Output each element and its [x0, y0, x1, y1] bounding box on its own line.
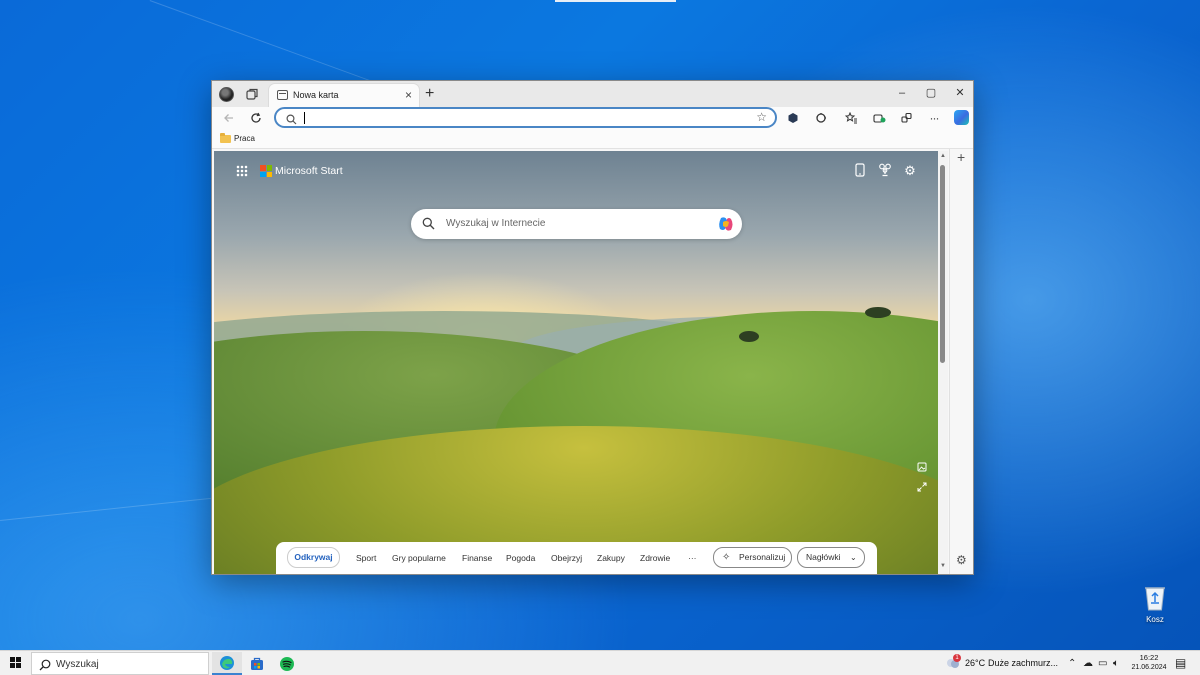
- search-placeholder: Wyszukaj w Internecie: [446, 218, 546, 229]
- extension-icon[interactable]: [785, 110, 801, 126]
- scroll-thumb[interactable]: [940, 165, 945, 363]
- nav-tab-obejrzyj[interactable]: Obejrzyj: [551, 553, 582, 563]
- web-search-box[interactable]: Wyszukaj w Internecie: [411, 209, 742, 239]
- notifications-icon[interactable]: ▤: [1175, 656, 1186, 670]
- feed-navigation: Odkrywaj Sport Gry popularne Finanse Pog…: [276, 542, 877, 574]
- new-tab-button[interactable]: +: [425, 84, 434, 104]
- apps-grid-icon[interactable]: [236, 165, 248, 177]
- minimize-button[interactable]: –: [888, 85, 916, 101]
- tab-close-icon[interactable]: ×: [405, 88, 412, 102]
- nav-tab-finanse[interactable]: Finanse: [462, 553, 492, 563]
- personalize-button[interactable]: ✧ Personalizuj: [713, 547, 792, 568]
- favorites-bar: Praca: [212, 129, 973, 149]
- image-info-icon[interactable]: [917, 462, 927, 472]
- taskbar-search[interactable]: Wyszukaj: [31, 652, 209, 675]
- taskbar: Wyszukaj 1 26°C Duże zachmurz... ⌃ ☁ ▭ 🔈…: [0, 650, 1200, 675]
- browser-essentials-icon[interactable]: [813, 110, 829, 126]
- nav-tab-discover[interactable]: Odkrywaj: [287, 547, 340, 568]
- taskbar-search-label: Wyszukaj: [56, 659, 99, 670]
- collections-icon[interactable]: [871, 110, 887, 126]
- back-icon[interactable]: [221, 110, 237, 126]
- brand-title[interactable]: Microsoft Start: [275, 165, 343, 177]
- clock-time[interactable]: 16:22: [1133, 653, 1165, 662]
- scroll-down-icon[interactable]: ▼: [940, 563, 946, 569]
- text-cursor: [304, 112, 305, 124]
- volume-icon[interactable]: 🔈︎: [1113, 658, 1119, 669]
- taskbar-edge-icon[interactable]: [212, 652, 242, 675]
- search-icon: [286, 112, 297, 130]
- network-icon[interactable]: ▭: [1098, 658, 1107, 669]
- sidebar-settings-icon[interactable]: ⚙: [956, 553, 967, 567]
- more-icon[interactable]: ···: [926, 110, 942, 126]
- background-tree: [865, 307, 891, 318]
- personalize-sparkle-icon: ✧: [722, 552, 731, 563]
- weather-temperature[interactable]: 26°C: [965, 658, 985, 668]
- microsoft-logo-icon: [260, 165, 272, 177]
- new-tab-favicon-icon: [277, 90, 288, 100]
- tab-title: Nowa karta: [293, 90, 339, 100]
- taskbar-spotify-icon[interactable]: [272, 652, 302, 675]
- refresh-icon[interactable]: [248, 110, 264, 126]
- recycle-bin-icon[interactable]: [1142, 584, 1168, 612]
- copilot-icon[interactable]: [717, 215, 735, 233]
- favorite-star-icon[interactable]: ☆: [756, 110, 767, 124]
- weather-alert-badge: 1: [953, 654, 961, 662]
- nav-tab-zakupy[interactable]: Zakupy: [597, 553, 625, 563]
- browser-window: Nowa karta × + – ▢ ✕ ☆ ··· Praca Microso…: [211, 80, 974, 575]
- chevron-down-icon: ⌄: [850, 553, 857, 562]
- browser-toolbar: ☆ ···: [212, 107, 973, 129]
- desktop-window-sliver: [555, 0, 676, 2]
- favorite-folder-praca[interactable]: Praca: [234, 134, 255, 143]
- close-window-button[interactable]: ✕: [946, 85, 973, 101]
- headlines-label: Nagłówki: [806, 552, 841, 562]
- address-bar[interactable]: ☆: [274, 107, 777, 128]
- start-button[interactable]: [10, 657, 22, 669]
- page-scrollbar[interactable]: ▲ ▼: [938, 151, 948, 574]
- chevron-up-icon[interactable]: ⌃: [1068, 658, 1076, 669]
- nav-tab-zdrowie[interactable]: Zdrowie: [640, 553, 670, 563]
- folder-icon: [220, 133, 231, 143]
- tab-strip: Nowa karta × + – ▢ ✕: [212, 81, 973, 107]
- recycle-bin-label: Kosz: [1146, 615, 1164, 624]
- nav-more[interactable]: ···: [688, 553, 697, 563]
- tab-actions-icon[interactable]: [245, 87, 259, 101]
- cloud-onedrive-icon[interactable]: ☁: [1083, 658, 1093, 669]
- workspaces-icon[interactable]: [899, 110, 915, 126]
- rewards-trophy-icon[interactable]: [877, 163, 893, 179]
- mobile-app-icon[interactable]: [852, 163, 868, 179]
- scroll-up-icon[interactable]: ▲: [940, 153, 946, 159]
- weather-condition[interactable]: Duże zachmurz...: [988, 658, 1058, 668]
- nav-tab-pogoda[interactable]: Pogoda: [506, 553, 535, 563]
- copilot-icon[interactable]: [954, 110, 969, 125]
- maximize-button[interactable]: ▢: [917, 85, 945, 101]
- nav-tab-gry[interactable]: Gry popularne: [392, 553, 446, 563]
- sidebar-add-icon[interactable]: +: [957, 149, 965, 165]
- headlines-dropdown[interactable]: Nagłówki ⌄: [797, 547, 865, 568]
- new-tab-page: Microsoft Start ⚙ Wyszukaj w Internecie …: [214, 151, 938, 574]
- background-tree: [739, 331, 759, 342]
- tab-new-tab[interactable]: Nowa karta ×: [269, 84, 419, 107]
- nav-tab-sport[interactable]: Sport: [356, 553, 376, 563]
- edge-sidebar: + ⚙: [949, 149, 973, 574]
- favorites-icon[interactable]: [843, 110, 859, 126]
- settings-gear-icon[interactable]: ⚙: [902, 163, 918, 179]
- search-icon: [39, 658, 51, 675]
- clock-date[interactable]: 21.06.2024: [1127, 664, 1171, 671]
- profile-avatar[interactable]: [219, 87, 234, 102]
- expand-icon[interactable]: [917, 482, 927, 492]
- taskbar-store-icon[interactable]: [242, 652, 272, 675]
- search-icon: [422, 217, 435, 235]
- personalize-label: Personalizuj: [739, 552, 786, 562]
